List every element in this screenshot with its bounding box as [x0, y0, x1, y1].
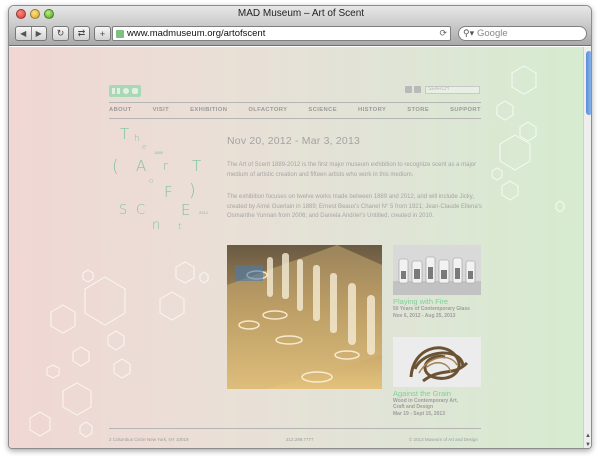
title-letter: h [134, 134, 140, 144]
back-button[interactable]: ◀ [16, 27, 31, 40]
related-title-1[interactable]: Playing with Fire [393, 297, 448, 306]
forward-icon: ▶ [35, 29, 42, 38]
title-letter: E [181, 201, 191, 219]
footer-phone: 212.299.7777 [286, 437, 314, 442]
browser-window: MAD Museum – Art of Scent ◀ ▶ ↻ ⇄ + www.… [8, 5, 592, 449]
related-image-wood[interactable] [393, 337, 481, 387]
related-title-2[interactable]: Against the Grain [393, 389, 451, 398]
title-bar: MAD Museum – Art of Scent [9, 6, 591, 22]
related-subtitle-2b: Craft and Design [393, 404, 434, 410]
exhibition-intro: The Art of Scent 1889-2012 is the first … [227, 162, 477, 178]
title-letter: n [152, 218, 161, 233]
related-subtitle-1: 50 Years of Contemporary Glass [393, 306, 470, 312]
site-search-placeholder: SEARCH [428, 86, 449, 92]
page-viewport: SEARCH ABOUT VISIT EXHIBITION OLFACTORY … [9, 47, 591, 448]
add-icon: + [99, 28, 106, 39]
facebook-icon[interactable] [405, 86, 412, 93]
title-letter: ( [112, 157, 119, 177]
title-tiny-year: 2012 [199, 210, 208, 215]
exhibition-description: The exhibition focuses on twelve works m… [227, 194, 482, 219]
scroll-up-icon[interactable]: ▲ [585, 433, 591, 439]
share-icon: ⇄ [77, 28, 86, 38]
title-letter: t [178, 222, 182, 232]
browser-search-field[interactable]: ⚲▾ Google [458, 26, 587, 41]
wood-sculpture-illustration [393, 337, 481, 387]
url-text: www.madmuseum.org/artofscent [127, 28, 266, 39]
forward-button[interactable]: ▶ [30, 27, 47, 40]
title-letter: C [136, 203, 146, 218]
back-icon: ◀ [20, 29, 27, 38]
url-reload-icon[interactable]: ⟳ [439, 28, 447, 39]
nav-rule [109, 118, 481, 119]
exhibition-main-image[interactable] [227, 245, 382, 389]
related-image-glass[interactable] [393, 245, 481, 295]
footer-rule [109, 428, 481, 429]
related-dates-2: Mar 19 - Sept 15, 2013 [393, 411, 445, 417]
exhibition-dates: Nov 20, 2012 - Mar 3, 2013 [227, 135, 361, 147]
footer-address: 2 Columbus Circle New York, NY 10019 [109, 437, 189, 442]
reload-button[interactable]: ↻ [52, 26, 69, 41]
header-rule [109, 102, 481, 103]
search-icon: ⚲▾ [463, 28, 475, 38]
title-tiny-year: 1889 [154, 150, 163, 155]
title-letter: ) [189, 181, 196, 201]
twitter-icon[interactable] [414, 86, 421, 93]
browser-toolbar: ◀ ▶ ↻ ⇄ + www.madmuseum.org/artofscent ⟳… [9, 22, 591, 46]
mad-logo[interactable] [109, 85, 141, 97]
title-letter: S [119, 203, 128, 218]
title-letter: F [164, 183, 173, 201]
reload-icon: ↻ [56, 28, 65, 38]
title-letter: e [142, 143, 147, 151]
site-search-input[interactable]: SEARCH [425, 86, 480, 94]
glass-display-illustration [227, 245, 382, 389]
share-button[interactable]: ⇄ [73, 26, 90, 41]
title-letter: T [192, 157, 202, 175]
address-bar[interactable]: www.madmuseum.org/artofscent ⟳ [112, 26, 451, 41]
related-dates-1: Nov 6, 2012 - Aug 25, 2013 [393, 313, 456, 319]
back-forward-group: ◀ ▶ [15, 26, 47, 41]
footer-copyright: © 2013 Museum of Art and Design [409, 437, 478, 442]
scroll-down-icon[interactable]: ▼ [585, 442, 591, 448]
scrollbar-thumb[interactable] [586, 51, 591, 115]
add-bookmark-button[interactable]: + [94, 26, 111, 41]
title-letter: T [120, 125, 130, 143]
glass-jars-illustration [393, 245, 481, 295]
browser-search-placeholder: Google [477, 28, 508, 39]
window-title: MAD Museum – Art of Scent [237, 8, 365, 19]
vertical-scrollbar[interactable]: ▲ ▼ [583, 47, 591, 448]
title-letter: o [149, 177, 154, 185]
title-letter: r [163, 159, 168, 173]
favicon-icon [116, 30, 124, 38]
title-letter: A [136, 157, 147, 175]
